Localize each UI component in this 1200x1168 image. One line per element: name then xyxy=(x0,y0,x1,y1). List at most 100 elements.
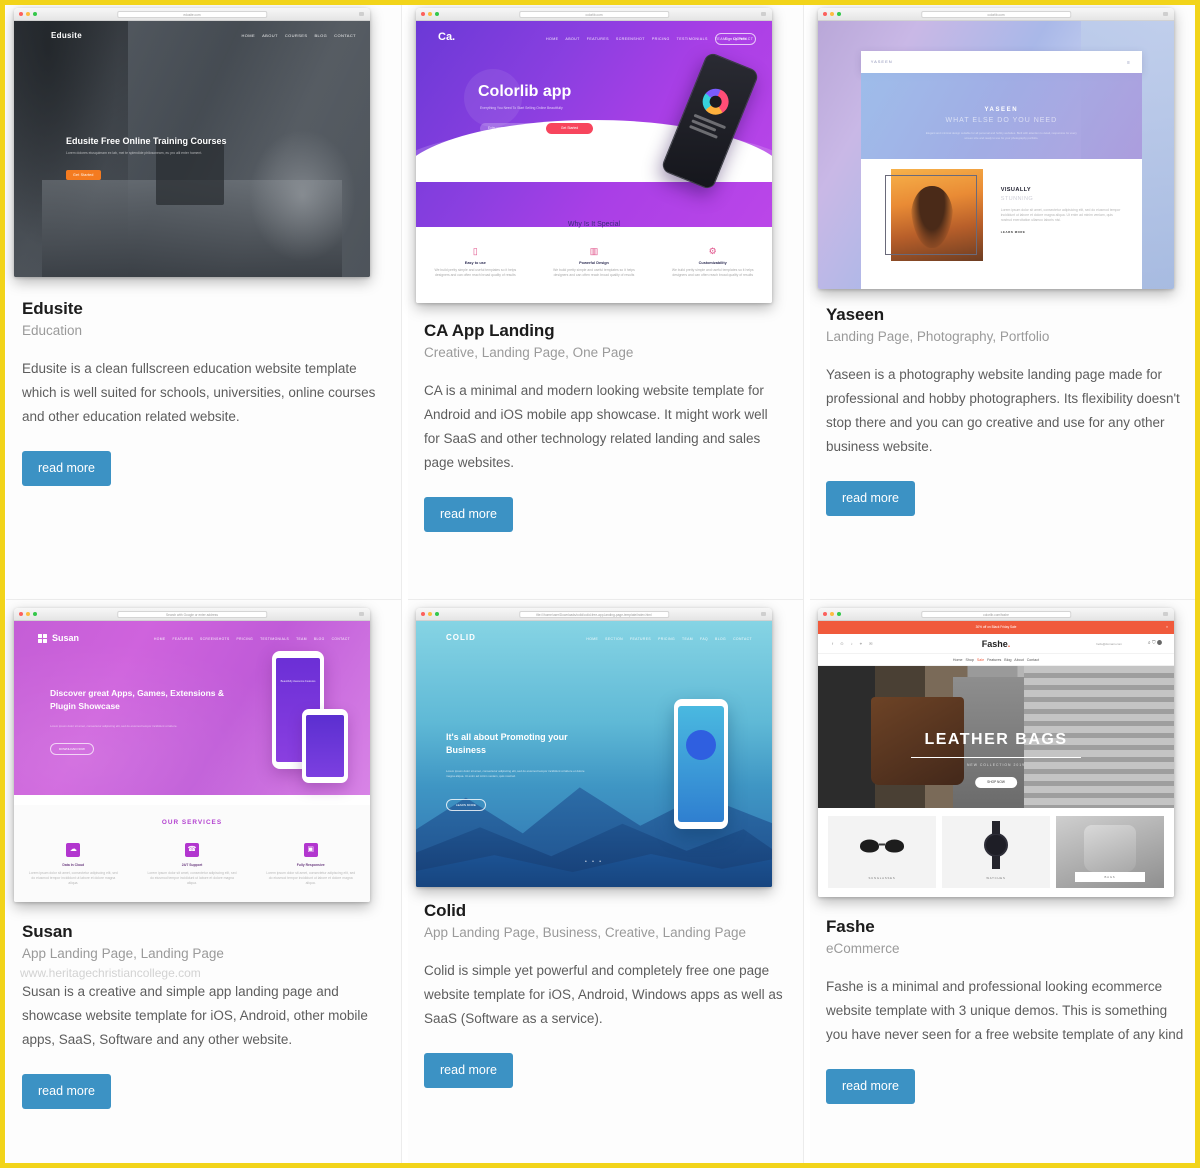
site-logo: Susan xyxy=(52,633,80,643)
nav-item: About xyxy=(1014,658,1024,662)
nav-item: BLOG xyxy=(314,33,328,38)
product-cell-sunglasses: SUNGLASSES xyxy=(828,816,936,888)
browser-menu-icon xyxy=(1163,12,1168,16)
nav-item: Blog xyxy=(1004,658,1012,662)
card-description: Susan is a creative and simple app landi… xyxy=(22,984,368,1048)
phone-screen xyxy=(306,715,344,777)
read-more-button[interactable]: read more xyxy=(424,497,513,533)
template-card-susan[interactable]: Search with Google or enter address Susa… xyxy=(6,600,402,1168)
feature-title: Fully Responsive xyxy=(296,863,325,867)
carousel-dots: • • • xyxy=(584,859,604,865)
template-card-yaseen[interactable]: colorlib.com YASEEN ≡ YASEEN WHAT ELSE D… xyxy=(810,0,1200,600)
read-more-button[interactable]: read more xyxy=(826,481,915,517)
browser-chrome: colorlib.com/fashe xyxy=(818,608,1174,621)
browser-url-bar: edusite.com xyxy=(117,10,267,18)
site-preview: 30% off on Black Friday Sale × f ⊙ ♪ ⌖ ✉… xyxy=(818,621,1174,897)
hero-subtext: Elegant and minimal design suitable for … xyxy=(925,131,1077,140)
product-label: WATCHES xyxy=(986,876,1006,880)
read-more-button[interactable]: read more xyxy=(826,1069,915,1105)
promo-banner-text: 30% off on Black Friday Sale xyxy=(975,625,1017,629)
feature-title: 24/7 Support xyxy=(181,863,203,867)
responsive-icon: ▣ xyxy=(303,843,318,857)
card-categories: Creative, Landing Page, One Page xyxy=(424,345,634,360)
nav-item: FEATURES xyxy=(172,637,194,641)
nav-item: BLOG xyxy=(313,637,325,641)
hero-block: LEATHER BAGS NEW COLLECTION 2019 SHOP NO… xyxy=(818,666,1174,808)
traffic-lights xyxy=(19,12,37,16)
thumbnail-colid[interactable]: file:///home/user/Downloads/colid/colid-… xyxy=(408,600,803,887)
thumbnail-ca-app-landing[interactable]: colorlib.com Ca. Home About Features Scr… xyxy=(408,0,803,303)
browser-menu-icon xyxy=(359,12,364,16)
hero-cta-button: Get Started xyxy=(66,170,101,181)
nav-item: Home xyxy=(586,637,599,641)
hero-subtext: Lorem ipsum dolor sit amet, consectetur … xyxy=(50,724,178,728)
hero-subheadline: WHAT ELSE DO YOU NEED xyxy=(945,117,1058,124)
hero-cta-button: DOWNLOAD NOW xyxy=(50,743,94,755)
card-title: Edusite xyxy=(22,299,83,318)
nav-item: Team xyxy=(682,637,694,641)
template-card-ca-app-landing[interactable]: colorlib.com Ca. Home About Features Scr… xyxy=(408,0,804,600)
site-logo: Ca. xyxy=(438,31,456,43)
card-title: Yaseen xyxy=(826,305,885,324)
browser-url-bar: Search with Google or enter address xyxy=(117,610,267,618)
feature-title: Easy to use xyxy=(464,261,486,265)
nav-item: FAQ xyxy=(700,637,709,641)
feature-text: Lorem ipsum dolor sit amet, consectetur … xyxy=(266,871,356,886)
traffic-lights xyxy=(823,612,841,616)
nav-item: Home xyxy=(952,658,963,662)
card-body: Fashe eCommerce Fashe is a minimal and p… xyxy=(810,897,1200,1130)
site-header: YASEEN ≡ xyxy=(860,51,1142,73)
template-card-fashe[interactable]: colorlib.com/fashe 30% off on Black Frid… xyxy=(810,600,1200,1168)
feature-text: Lorem ipsum dolor sit amet, consectetur … xyxy=(147,871,237,886)
site-nav: Home Shop Sale Features Blog About Conta… xyxy=(818,654,1174,666)
nav-item: Blog xyxy=(715,637,727,641)
read-more-button[interactable]: read more xyxy=(424,1053,513,1089)
feature-item: ⚙ Customizability We build pretty simple… xyxy=(653,246,772,278)
site-header: f ⊙ ♪ ⌖ ✉ Fashe. hello@domain.com ⌕ ⛉ ⬤ xyxy=(818,634,1174,654)
card-categories: App Landing Page, Landing Page xyxy=(22,946,224,961)
section-title: VISUALLY xyxy=(1000,187,1032,193)
read-more-button[interactable]: read more xyxy=(22,1074,111,1110)
nav-item: Section xyxy=(605,637,624,641)
card-body: Susan App Landing Page, Landing Page Sus… xyxy=(6,902,401,1135)
feature-title: Data In Cloud xyxy=(62,863,85,867)
template-card-colid[interactable]: file:///home/user/Downloads/colid/colid-… xyxy=(408,600,804,1168)
browser-url-bar: colorlib.com/fashe xyxy=(921,610,1071,618)
card-categories: Landing Page, Photography, Portfolio xyxy=(826,329,1050,344)
donut-chart xyxy=(698,84,733,119)
hero-headline: LEATHER BAGS xyxy=(924,731,1068,749)
hamburger-icon: ≡ xyxy=(1127,60,1130,66)
template-card-edusite[interactable]: edusite.com Edusite HOME ABOUT COURSES B… xyxy=(6,0,402,600)
card-categories: eCommerce xyxy=(826,941,900,956)
nav-item: CONTACT xyxy=(334,33,356,38)
site-nav: Home Section Features Pricing Team FAQ B… xyxy=(586,637,752,641)
site-preview: COLID Home Section Features Pricing Team… xyxy=(416,621,772,887)
feature-row: ☁ Data In Cloud Lorem ipsum dolor sit am… xyxy=(14,843,370,886)
signup-button: Sign Up Free xyxy=(714,33,756,45)
thumbnail-susan[interactable]: Search with Google or enter address Susa… xyxy=(6,600,401,902)
layout-icon: ▥ xyxy=(589,246,599,256)
nav-item: Screenshot xyxy=(615,37,645,41)
browser-chrome: file:///home/user/Downloads/colid/colid-… xyxy=(416,608,772,621)
browser-window: colorlib.com/fashe 30% off on Black Frid… xyxy=(818,608,1174,897)
card-categories: Education xyxy=(22,323,83,338)
browser-menu-icon xyxy=(1163,612,1168,616)
promo-banner: 30% off on Black Friday Sale × xyxy=(818,621,1174,634)
phone-mockup xyxy=(674,699,728,829)
hero-headline: YASEEN xyxy=(984,107,1019,113)
card-description: Fashe is a minimal and professional look… xyxy=(826,979,1184,1043)
card-title: Fashe xyxy=(826,917,875,936)
hero-cta-button: LEARN MORE xyxy=(446,799,486,811)
browser-window: file:///home/user/Downloads/colid/colid-… xyxy=(416,608,772,887)
thumbnail-edusite[interactable]: edusite.com Edusite HOME ABOUT COURSES B… xyxy=(6,0,401,277)
hero-divider xyxy=(910,756,1082,759)
thumbnail-fashe[interactable]: colorlib.com/fashe 30% off on Black Frid… xyxy=(810,600,1200,897)
read-more-button[interactable]: read more xyxy=(22,451,111,487)
nav-item: Features xyxy=(630,637,652,641)
card-description: Edusite is a clean fullscreen education … xyxy=(22,361,376,425)
card-description: Colid is simple yet powerful and complet… xyxy=(424,963,783,1027)
cart-and-search-icons: ⌕ ⛉ ⬤ xyxy=(1147,640,1162,646)
thumbnail-yaseen[interactable]: colorlib.com YASEEN ≡ YASEEN WHAT ELSE D… xyxy=(810,0,1200,289)
photo-frame xyxy=(884,175,977,255)
hero-cta-button: Get Started xyxy=(546,123,593,134)
